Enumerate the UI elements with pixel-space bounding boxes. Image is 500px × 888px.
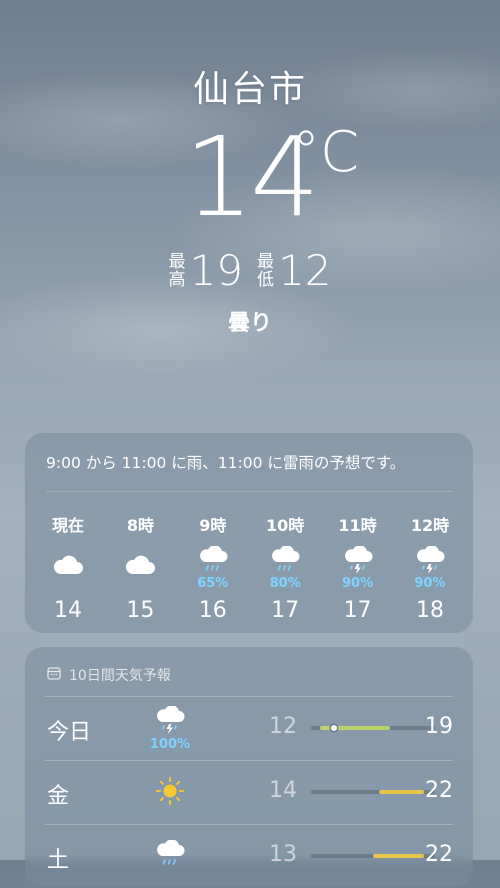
cloud-rain-icon <box>197 544 229 576</box>
hour-temperature: 17 <box>343 598 372 623</box>
hourly-item: 現在 14 <box>37 512 99 623</box>
daily-forecast-title: 10日間天気予報 <box>69 668 171 684</box>
hour-time: 8時 <box>126 516 154 535</box>
divider <box>45 696 453 697</box>
precipitation-chance: 80% <box>269 576 301 591</box>
calendar-icon <box>47 666 61 684</box>
precipitation-chance: 65% <box>197 576 229 591</box>
weather-condition: 曇り <box>227 311 272 336</box>
hour-time: 10時 <box>266 516 305 535</box>
sun-icon <box>147 776 193 806</box>
divider <box>45 824 453 825</box>
hourly-item: 10時 80% 17 <box>254 512 316 623</box>
divider <box>46 491 452 492</box>
hourly-item: 9時 65% 16 <box>182 512 244 623</box>
cloud-rain-icon <box>269 544 301 576</box>
precipitation-chance: 100% <box>149 737 191 752</box>
day-high-temperature: 22 <box>425 778 453 803</box>
cloud-icon <box>52 544 84 576</box>
high-temperature: 19 <box>189 246 243 295</box>
daily-row[interactable]: 土 13 22 <box>25 824 473 888</box>
hourly-item: 8時 15 <box>109 512 171 623</box>
cloud-rain-icon <box>147 840 193 870</box>
daily-row[interactable]: 金 14 22 <box>25 760 473 824</box>
hour-time: 9時 <box>199 516 227 535</box>
high-low: 最 高 19 最 低 12 <box>0 246 500 295</box>
day-low-temperature: 14 <box>269 778 297 803</box>
hourly-forecast-card[interactable]: 9:00 から 11:00 に雨、11:00 に雷雨の予想です。 現在 14 8時 1… <box>25 433 473 633</box>
daily-list[interactable]: 今日 100% 12 19 金 14 22 土 13 22 <box>25 696 473 888</box>
high-label: 最 高 <box>168 251 186 290</box>
city-name: 仙台市 <box>192 69 307 110</box>
daily-forecast-card[interactable]: 10日間天気予報 今日 100% 12 19 金 14 22 土 13 22 <box>25 647 473 887</box>
precipitation-chance: 90% <box>342 576 374 591</box>
hourly-item: 12時 90% 18 <box>399 512 461 623</box>
daily-row[interactable]: 今日 100% 12 19 <box>25 696 473 760</box>
day-low-temperature: 12 <box>269 714 297 739</box>
day-high-temperature: 19 <box>425 714 453 739</box>
low-temperature: 12 <box>278 246 332 295</box>
divider <box>45 760 453 761</box>
hour-temperature: 15 <box>126 598 155 623</box>
low-temp-group: 最 低 12 <box>257 246 331 295</box>
low-label: 最 低 <box>257 251 274 290</box>
hour-time: 12時 <box>410 516 450 535</box>
day-low-temperature: 13 <box>269 842 297 867</box>
day-high-temperature: 22 <box>425 842 453 867</box>
day-name: 金 <box>47 784 70 809</box>
hourly-summary: 9:00 から 11:00 に雨、11:00 に雷雨の予想です。 <box>46 454 406 472</box>
daily-forecast-header: 10日間天気予報 <box>25 647 473 687</box>
hour-temperature: 16 <box>198 598 227 623</box>
hour-time: 11時 <box>338 516 377 535</box>
hourly-item: 11時 90% 17 <box>327 512 389 623</box>
current-temperature-dot <box>330 725 337 731</box>
hourly-list[interactable]: 現在 14 8時 15 9時 65% 16 10時 80% 17 11時 90% 17 12時 90% 18 <box>25 512 473 623</box>
current-temperature-block: 14 °C <box>0 112 500 242</box>
day-name: 土 <box>47 848 70 873</box>
cloud-icon <box>124 544 156 576</box>
hour-temperature: 14 <box>54 598 82 623</box>
high-temp-group: 最 高 19 <box>169 246 243 295</box>
precipitation-chance: 90% <box>414 576 446 591</box>
current-weather-header: 仙台市 14 °C 最 高 19 最 低 12 曇り <box>0 60 500 337</box>
hour-temperature: 18 <box>415 598 444 623</box>
temperature-unit: °C <box>292 120 360 185</box>
cloud-thunderstorm-icon <box>414 544 446 576</box>
day-name: 今日 <box>47 720 92 745</box>
cloud-thunderstorm-icon: 100% <box>147 706 193 752</box>
cloud-thunderstorm-icon <box>342 544 374 576</box>
hour-temperature: 17 <box>271 598 300 623</box>
hour-time: 現在 <box>51 516 84 535</box>
